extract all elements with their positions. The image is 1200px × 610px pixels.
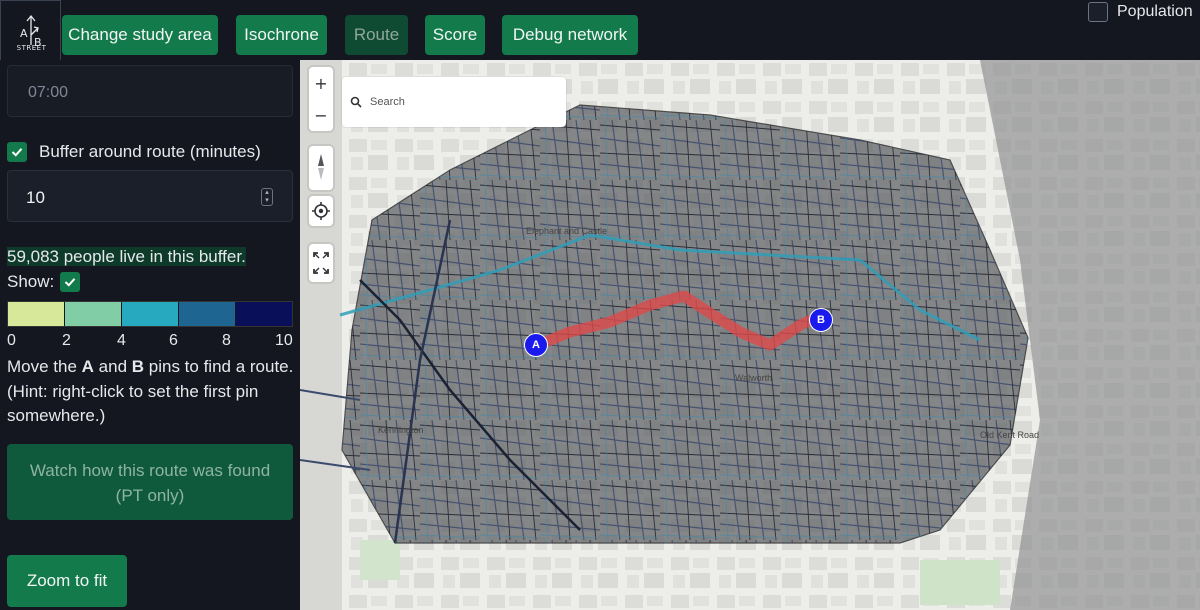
hint-right-click: (Hint: right-click to set the first pin … bbox=[7, 381, 259, 426]
show-checkbox[interactable] bbox=[60, 272, 81, 292]
watch-route-button[interactable]: Watch how this route was found (PT only) bbox=[7, 444, 293, 520]
legend-swatch bbox=[236, 302, 292, 326]
zoom-in-button[interactable]: + bbox=[309, 67, 333, 99]
color-legend bbox=[7, 301, 293, 327]
legend-swatch bbox=[122, 302, 179, 326]
geolocate-button[interactable] bbox=[309, 196, 333, 226]
map-label-old-kent-road: Old Kent Road bbox=[980, 430, 1040, 440]
buffer-minutes-input[interactable]: 10 ▴ ▾ bbox=[7, 170, 293, 222]
top-toolbar: A B STREET Change study area Isochrone R… bbox=[0, 0, 1200, 70]
buffer-checkbox[interactable] bbox=[7, 142, 27, 162]
map-view[interactable]: Elephant and Castle Walworth Kennington … bbox=[300, 60, 1200, 610]
map-label-kennington: Kennington bbox=[378, 425, 424, 435]
score-button[interactable]: Score bbox=[425, 15, 485, 55]
zoom-to-fit-button[interactable]: Zoom to fit bbox=[7, 555, 127, 607]
buffer-label: Buffer around route (minutes) bbox=[39, 142, 261, 161]
legend-tick: 0 bbox=[7, 332, 16, 349]
fullscreen-icon bbox=[313, 252, 329, 274]
change-study-area-button[interactable]: Change study area bbox=[62, 15, 218, 55]
hint-pin-b: B bbox=[131, 357, 145, 376]
map-label-elephant: Elephant and Castle bbox=[526, 226, 608, 236]
zoom-out-button[interactable]: − bbox=[309, 99, 333, 131]
isochrone-button[interactable]: Isochrone bbox=[236, 15, 327, 55]
legend-tick: 6 bbox=[169, 332, 178, 349]
hint-text: pins to find a route. bbox=[144, 357, 294, 376]
search-icon bbox=[350, 96, 362, 108]
population-summary: 59,083 people live in this buffer. bbox=[7, 247, 246, 267]
legend-tick: 10 bbox=[275, 332, 293, 349]
departure-time-input[interactable]: 07:00 bbox=[7, 65, 293, 117]
route-button[interactable]: Route bbox=[345, 15, 408, 55]
fullscreen-button[interactable] bbox=[309, 244, 333, 282]
legend-tick: 2 bbox=[62, 332, 71, 349]
sidebar: 07:00 Buffer around route (minutes) 10 ▴… bbox=[0, 60, 300, 610]
compass-icon bbox=[318, 154, 324, 180]
legend-ticks: 0 2 4 6 8 10 bbox=[7, 332, 293, 352]
compass-button[interactable] bbox=[309, 146, 333, 190]
zoom-controls: + − bbox=[309, 67, 333, 131]
logo-letter-a: A bbox=[20, 27, 28, 40]
logo-text: STREET bbox=[16, 44, 47, 52]
legend-swatch bbox=[8, 302, 65, 326]
checkmark-icon bbox=[11, 148, 23, 157]
people-count-text: 59,083 people live in this buffer. bbox=[7, 247, 246, 266]
legend-tick: 4 bbox=[117, 332, 126, 349]
route-pin-b[interactable]: B bbox=[809, 308, 833, 332]
hint-text: Move the bbox=[7, 357, 82, 376]
search-placeholder: Search bbox=[370, 96, 405, 108]
legend-swatch bbox=[65, 302, 122, 326]
locate-icon bbox=[312, 202, 330, 220]
map-search-box[interactable]: Search bbox=[342, 77, 566, 127]
legend-tick: 8 bbox=[222, 332, 231, 349]
map-canvas[interactable] bbox=[300, 60, 1200, 610]
hint-pin-a: A bbox=[81, 357, 94, 376]
buffer-toggle-row[interactable]: Buffer around route (minutes) bbox=[7, 142, 261, 162]
watch-label: Watch how this route was found bbox=[29, 461, 271, 480]
debug-network-button[interactable]: Debug network bbox=[502, 15, 638, 55]
stepper-icon[interactable]: ▴ ▾ bbox=[261, 188, 273, 206]
buffer-minutes-value: 10 bbox=[26, 188, 45, 207]
population-toggle[interactable]: Population bbox=[1088, 0, 1193, 24]
watch-sublabel: (PT only) bbox=[115, 486, 185, 505]
population-checkbox[interactable] bbox=[1088, 2, 1108, 22]
hint-text: and bbox=[93, 357, 132, 376]
legend-swatch bbox=[179, 302, 236, 326]
route-pin-a[interactable]: A bbox=[524, 333, 548, 357]
show-label: Show: bbox=[7, 272, 55, 291]
show-toggle-row[interactable]: Show: bbox=[7, 272, 81, 292]
map-label-walworth: Walworth bbox=[735, 373, 773, 383]
checkmark-icon bbox=[65, 278, 76, 287]
route-hint: Move the A and B pins to find a route. (… bbox=[7, 355, 297, 429]
population-label: Population bbox=[1117, 3, 1193, 20]
